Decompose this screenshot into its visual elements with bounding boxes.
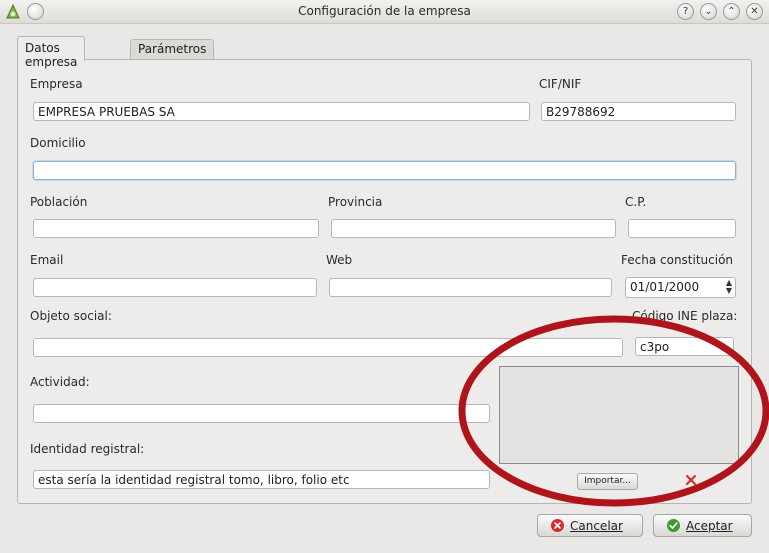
cancel-label: Cancelar (570, 518, 623, 533)
accept-label: Aceptar (686, 518, 733, 533)
delete-logo-icon[interactable] (684, 473, 698, 487)
ine-field[interactable]: c3po (635, 337, 734, 356)
provincia-label: Provincia (328, 195, 383, 209)
window-titlebar: Configuración de la empresa ? ⌄ ⌃ ✕ (0, 0, 769, 24)
accept-button[interactable]: Aceptar (653, 514, 752, 537)
cif-label: CIF/NIF (539, 77, 582, 91)
shade-button[interactable]: ⌄ (700, 3, 717, 20)
tab-datos-empresa[interactable]: Datos empresa (17, 36, 86, 69)
poblacion-field[interactable] (33, 219, 319, 238)
cif-field[interactable]: B29788692 (541, 102, 736, 121)
fecha-label: Fecha constitución (621, 253, 734, 267)
actividad-label: Actividad: (30, 375, 90, 389)
fecha-value: 01/01/2000 (630, 280, 700, 294)
identidad-field[interactable]: esta sería la identidad registral tomo, … (33, 470, 490, 489)
spin-arrows-icon[interactable]: ▲ ▼ (726, 279, 732, 295)
accept-icon (667, 519, 680, 532)
poblacion-label: Población (30, 195, 88, 209)
web-label: Web (326, 253, 353, 267)
help-button[interactable]: ? (677, 3, 694, 20)
logo-image-box[interactable] (499, 366, 739, 464)
actividad-field[interactable] (33, 404, 490, 423)
objeto-field[interactable] (33, 338, 623, 357)
domicilio-label: Domicilio (30, 136, 86, 150)
close-button[interactable]: ✕ (746, 3, 763, 20)
email-label: Email (30, 253, 64, 267)
empresa-field[interactable]: EMPRESA PRUEBAS SA (33, 102, 530, 121)
empresa-label: Empresa (30, 77, 83, 91)
window-title: Configuración de la empresa (298, 4, 471, 18)
email-field[interactable] (33, 278, 317, 297)
identidad-label: Identidad registral: (30, 442, 145, 456)
cancel-button[interactable]: Cancelar (537, 514, 643, 537)
import-logo-button[interactable]: Importar... (577, 473, 638, 490)
cp-label: C.P. (625, 195, 647, 209)
cancel-icon (551, 519, 564, 532)
ine-label: Código INE plaza: (632, 309, 738, 323)
cp-field[interactable] (628, 219, 736, 238)
tab-parametros[interactable]: Parámetros (130, 39, 215, 60)
domicilio-field[interactable] (33, 161, 736, 180)
maximize-button[interactable]: ⌃ (723, 3, 740, 20)
fecha-date-spinbox[interactable]: 01/01/2000 ▲ ▼ (625, 277, 736, 298)
objeto-label: Objeto social: (30, 309, 112, 323)
provincia-field[interactable] (331, 219, 616, 238)
web-field[interactable] (329, 278, 612, 297)
